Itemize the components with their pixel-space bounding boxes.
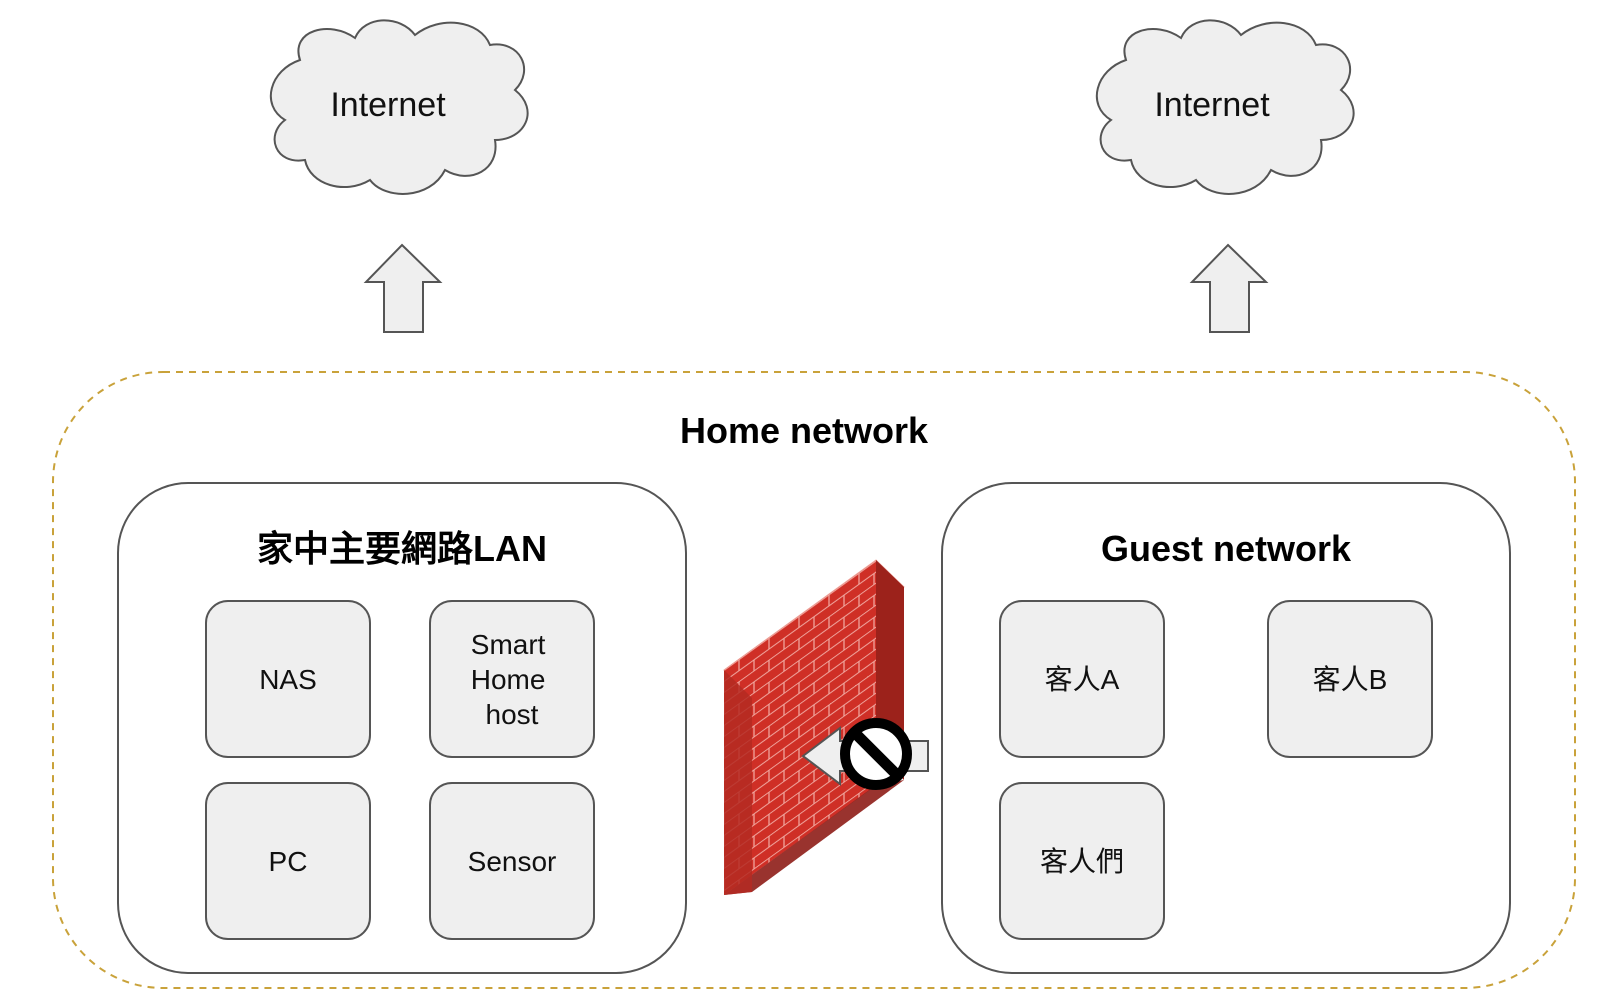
- cloud-label: Internet: [330, 86, 446, 124]
- device-pc: PC: [205, 782, 371, 940]
- device-label: PC: [269, 846, 308, 877]
- device-label: Sensor: [468, 846, 557, 877]
- device-guests: 客人們: [999, 782, 1165, 940]
- device-sensor: Sensor: [429, 782, 595, 940]
- up-arrow-icon: [1189, 243, 1269, 333]
- internet-cloud-right: Internet: [1095, 19, 1355, 195]
- device-guest-a: 客人A: [999, 600, 1165, 758]
- smart-home-line: host: [486, 699, 539, 730]
- guest-network-title: Guest network: [1101, 528, 1352, 569]
- smart-home-line: Smart: [471, 629, 546, 660]
- guest-network-group: Guest network 客人A 客人B 客人們: [941, 482, 1511, 974]
- network-diagram: Internet Internet Home network 家中主要網路LAN…: [52, 19, 1576, 989]
- device-label: 客人A: [1045, 664, 1120, 695]
- device-label: NAS: [259, 664, 317, 695]
- device-nas: NAS: [205, 600, 371, 758]
- device-smart-home-host: Smart Home host: [429, 600, 595, 758]
- main-lan-title: 家中主要網路LAN: [257, 528, 547, 569]
- smart-home-line: Home: [471, 664, 546, 695]
- cloud-label: Internet: [1154, 86, 1270, 124]
- device-label: 客人B: [1313, 664, 1388, 695]
- up-arrow-icon: [363, 243, 443, 333]
- no-entry-icon: [840, 718, 912, 790]
- device-label: 客人們: [1040, 846, 1124, 877]
- main-lan-group: 家中主要網路LAN NAS Smart Home host PC Sensor: [117, 482, 687, 974]
- internet-cloud-left: Internet: [269, 19, 529, 195]
- device-guest-b: 客人B: [1267, 600, 1433, 758]
- home-network-title: Home network: [680, 410, 929, 451]
